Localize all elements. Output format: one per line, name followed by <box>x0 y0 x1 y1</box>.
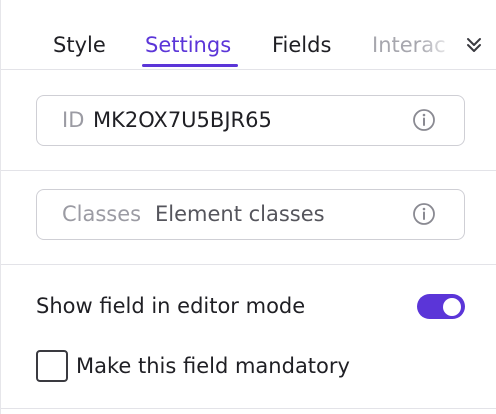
tab-interactions[interactable]: Interac <box>372 30 458 60</box>
toggle-knob <box>443 297 461 316</box>
tab-bar: Style Settings Fields Interac <box>1 0 496 70</box>
section-divider <box>1 264 496 265</box>
mandatory-checkbox[interactable] <box>36 350 68 382</box>
tab-settings[interactable]: Settings <box>145 30 231 60</box>
show-in-editor-label: Show field in editor mode <box>36 294 306 318</box>
info-icon[interactable] <box>412 108 436 132</box>
settings-panel: Style Settings Fields Interac ID MK2OX7U… <box>0 0 496 414</box>
tab-style[interactable]: Style <box>53 30 106 60</box>
chevron-double-down-icon[interactable] <box>463 34 485 56</box>
id-field-prefix: ID <box>62 108 85 132</box>
mandatory-label[interactable]: Make this field mandatory <box>76 351 350 381</box>
classes-field-placeholder: Element classes <box>155 202 325 226</box>
classes-field-prefix: Classes <box>62 202 142 226</box>
show-in-editor-toggle[interactable] <box>417 294 465 319</box>
section-divider <box>1 170 496 171</box>
info-icon[interactable] <box>412 202 436 226</box>
classes-field[interactable]: Classes Element classes <box>36 189 465 240</box>
tab-fields[interactable]: Fields <box>272 30 331 60</box>
active-tab-indicator <box>142 64 238 67</box>
id-field-value: MK2OX7U5BJR65 <box>93 108 272 132</box>
id-field[interactable]: ID MK2OX7U5BJR65 <box>36 95 465 146</box>
section-divider <box>1 408 496 409</box>
